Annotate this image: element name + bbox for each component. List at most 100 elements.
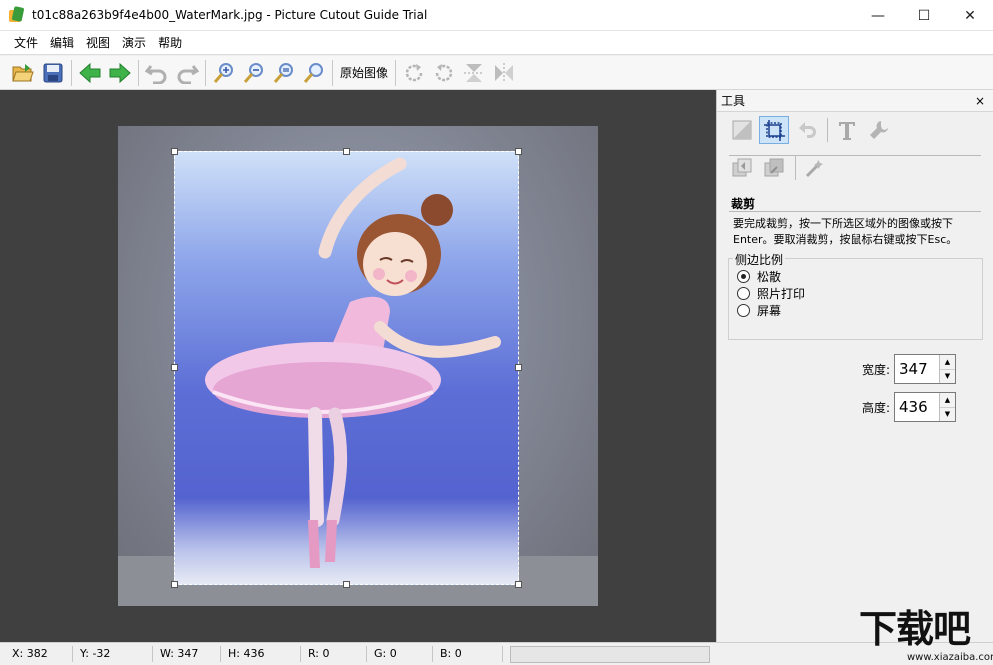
height-decrement-button[interactable]: ▼ bbox=[940, 407, 955, 421]
zoom-in-button[interactable] bbox=[209, 58, 239, 88]
ballerina-illustration bbox=[205, 157, 501, 568]
width-label: 宽度: bbox=[861, 362, 890, 377]
title-bar: t01c88a263b9f4e4b00_WaterMark.jpg - Pict… bbox=[0, 0, 993, 31]
menu-view[interactable]: 视图 bbox=[80, 32, 116, 54]
undo-tool-button[interactable] bbox=[791, 116, 821, 144]
menu-file[interactable]: 文件 bbox=[8, 32, 44, 54]
toolbar-separator bbox=[71, 59, 72, 86]
status-height: H: 436 bbox=[228, 647, 265, 660]
zoom-fit-icon bbox=[273, 62, 293, 83]
width-increment-button[interactable]: ▲ bbox=[940, 355, 955, 370]
copy-layer-icon bbox=[732, 158, 752, 177]
width-field-row: 宽度: 347 ▲ ▼ bbox=[862, 354, 956, 384]
maximize-button[interactable]: ☐ bbox=[901, 0, 947, 31]
selection-tool-icon bbox=[732, 120, 752, 140]
copy-layer-button[interactable] bbox=[727, 154, 757, 182]
menu-edit[interactable]: 编辑 bbox=[44, 32, 80, 54]
text-icon bbox=[839, 122, 855, 140]
redo-icon bbox=[177, 64, 199, 84]
back-button[interactable] bbox=[75, 58, 105, 88]
app-icon bbox=[8, 6, 25, 23]
status-width: W: 347 bbox=[160, 647, 199, 660]
save-disk-icon bbox=[43, 63, 63, 82]
original-image-button[interactable]: 原始图像 bbox=[336, 58, 392, 88]
ratio-option-loose[interactable]: 松散 bbox=[737, 268, 781, 285]
status-blue: B: 0 bbox=[440, 647, 462, 660]
undo-arrow-icon bbox=[799, 122, 816, 138]
zoom-actual-button[interactable] bbox=[299, 58, 329, 88]
window-title: t01c88a263b9f4e4b00_WaterMark.jpg - Pict… bbox=[32, 8, 428, 22]
zoom-fit-button[interactable] bbox=[269, 58, 299, 88]
width-decrement-button[interactable]: ▼ bbox=[940, 369, 955, 383]
crop-handle-left[interactable] bbox=[171, 364, 178, 371]
wrench-icon bbox=[870, 121, 888, 139]
aspect-ratio-label: 侧边比例 bbox=[733, 251, 786, 268]
height-spinner[interactable]: 436 ▲ ▼ bbox=[894, 392, 956, 422]
undo-icon bbox=[145, 64, 167, 84]
rotate-counterclockwise-icon bbox=[435, 63, 453, 81]
crop-handle-bottom[interactable] bbox=[343, 581, 350, 588]
aspect-ratio-group: 侧边比例 松散 照片打印 屏幕 bbox=[728, 251, 983, 340]
close-button[interactable]: ✕ bbox=[947, 0, 993, 31]
image-canvas[interactable] bbox=[0, 90, 716, 642]
ratio-option-screen[interactable]: 屏幕 bbox=[737, 302, 781, 319]
flip-horizontal-icon bbox=[495, 62, 514, 83]
radio-button[interactable] bbox=[737, 287, 750, 300]
ratio-option-photo-print[interactable]: 照片打印 bbox=[737, 285, 805, 302]
width-input[interactable]: 347 bbox=[895, 355, 939, 383]
minimize-button[interactable]: — bbox=[855, 0, 901, 31]
crop-handle-top[interactable] bbox=[343, 148, 350, 155]
image-preview bbox=[118, 126, 598, 606]
flip-horizontal-button[interactable] bbox=[489, 58, 519, 88]
zoom-out-button[interactable] bbox=[239, 58, 269, 88]
crop-handle-bottom-right[interactable] bbox=[515, 581, 522, 588]
crop-handle-bottom-left[interactable] bbox=[171, 581, 178, 588]
open-folder-icon bbox=[12, 63, 34, 81]
ratio-option-label: 松散 bbox=[757, 270, 782, 284]
crop-tool-button[interactable] bbox=[759, 116, 789, 144]
merge-layer-button[interactable] bbox=[759, 154, 789, 182]
toolbar: 原始图像 bbox=[0, 56, 993, 90]
rotate-left-button[interactable] bbox=[429, 58, 459, 88]
ratio-option-label: 屏幕 bbox=[757, 304, 782, 318]
height-increment-button[interactable]: ▲ bbox=[940, 393, 955, 408]
forward-button[interactable] bbox=[105, 58, 135, 88]
open-button[interactable] bbox=[8, 58, 38, 88]
watermark-url: www.xiazaiba.com bbox=[907, 652, 993, 663]
menu-demo[interactable]: 演示 bbox=[116, 32, 152, 54]
status-green: G: 0 bbox=[374, 647, 397, 660]
radio-button[interactable] bbox=[737, 270, 750, 283]
save-button[interactable] bbox=[38, 58, 68, 88]
crop-handle-right[interactable] bbox=[515, 364, 522, 371]
settings-tool-button[interactable] bbox=[864, 116, 894, 144]
crop-description: 要完成裁剪，按一下所选区域外的图像或按下Enter。要取消裁剪，按鼠标右键或按下… bbox=[733, 217, 958, 246]
watermark-logo: 下载吧 www.xiazaiba.com bbox=[855, 604, 993, 665]
status-red: R: 0 bbox=[308, 647, 330, 660]
crop-handle-top-right[interactable] bbox=[515, 148, 522, 155]
radio-button[interactable] bbox=[737, 304, 750, 317]
menu-bar: 文件 编辑 视图 演示 帮助 bbox=[0, 31, 993, 55]
crop-handle-top-left[interactable] bbox=[171, 148, 178, 155]
flip-vertical-button[interactable] bbox=[459, 58, 489, 88]
arrow-right-icon bbox=[109, 62, 131, 83]
redo-button[interactable] bbox=[172, 58, 202, 88]
panel-close-button[interactable]: × bbox=[975, 94, 985, 108]
height-field-row: 高度: 436 ▲ ▼ bbox=[862, 392, 956, 422]
panel-title: 工具 bbox=[721, 94, 746, 108]
height-input[interactable]: 436 bbox=[895, 393, 939, 421]
width-spinner[interactable]: 347 ▲ ▼ bbox=[894, 354, 956, 384]
tool-panel: 工具 × 裁剪 要完成裁剪，按一下所选区域外的图像或按下Enter。要取消裁剪，… bbox=[716, 90, 993, 642]
status-y: Y: -32 bbox=[80, 647, 111, 660]
rotate-right-button[interactable] bbox=[399, 58, 429, 88]
toolbar-separator bbox=[138, 59, 139, 86]
zoom-out-icon bbox=[243, 62, 263, 83]
menu-help[interactable]: 帮助 bbox=[152, 32, 188, 54]
magic-tool-button[interactable] bbox=[800, 154, 830, 182]
zoom-in-icon bbox=[213, 62, 233, 83]
crop-icon bbox=[764, 120, 785, 141]
selection-tool-button[interactable] bbox=[727, 116, 757, 144]
text-tool-button[interactable] bbox=[832, 116, 862, 144]
toolbar-separator bbox=[395, 59, 397, 86]
crop-selection[interactable] bbox=[171, 148, 522, 588]
undo-button[interactable] bbox=[142, 58, 172, 88]
